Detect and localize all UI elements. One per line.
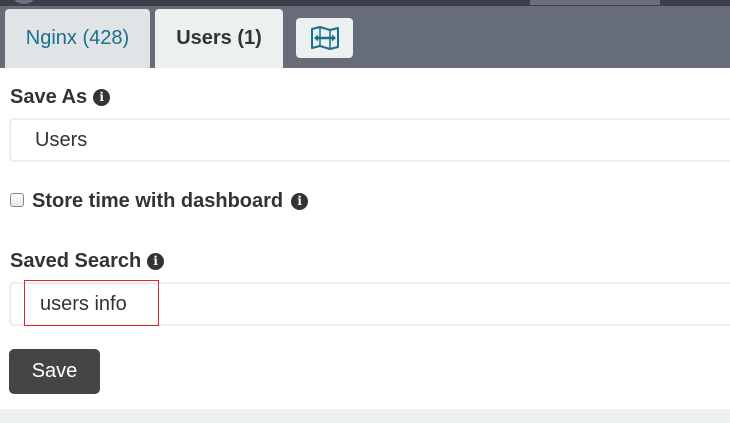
store-time-row: Store time with dashboard i bbox=[10, 190, 309, 213]
footer-strip bbox=[0, 409, 730, 423]
save-as-input[interactable] bbox=[9, 118, 730, 162]
store-time-label: Store time with dashboard bbox=[32, 190, 284, 212]
tab-bar: Nginx (428) Users (1) bbox=[0, 6, 730, 68]
save-as-label: Save As i bbox=[10, 86, 111, 109]
top-strip-circle bbox=[14, 0, 34, 4]
saved-search-input[interactable] bbox=[9, 282, 730, 326]
info-icon[interactable]: i bbox=[291, 193, 309, 210]
info-icon[interactable]: i bbox=[93, 89, 111, 106]
info-icon[interactable]: i bbox=[147, 253, 165, 270]
tab-nginx[interactable]: Nginx (428) bbox=[5, 9, 150, 68]
saved-search-label: Saved Search i bbox=[10, 250, 165, 273]
store-time-checkbox[interactable] bbox=[10, 192, 24, 207]
save-button[interactable]: Save bbox=[9, 349, 100, 394]
save-as-label-text: Save As bbox=[10, 86, 88, 108]
saved-search-label-text: Saved Search bbox=[10, 250, 142, 272]
map-button[interactable] bbox=[296, 18, 353, 58]
top-strip-highlight bbox=[530, 0, 660, 5]
tab-users[interactable]: Users (1) bbox=[155, 9, 283, 68]
map-expand-icon bbox=[310, 26, 339, 50]
